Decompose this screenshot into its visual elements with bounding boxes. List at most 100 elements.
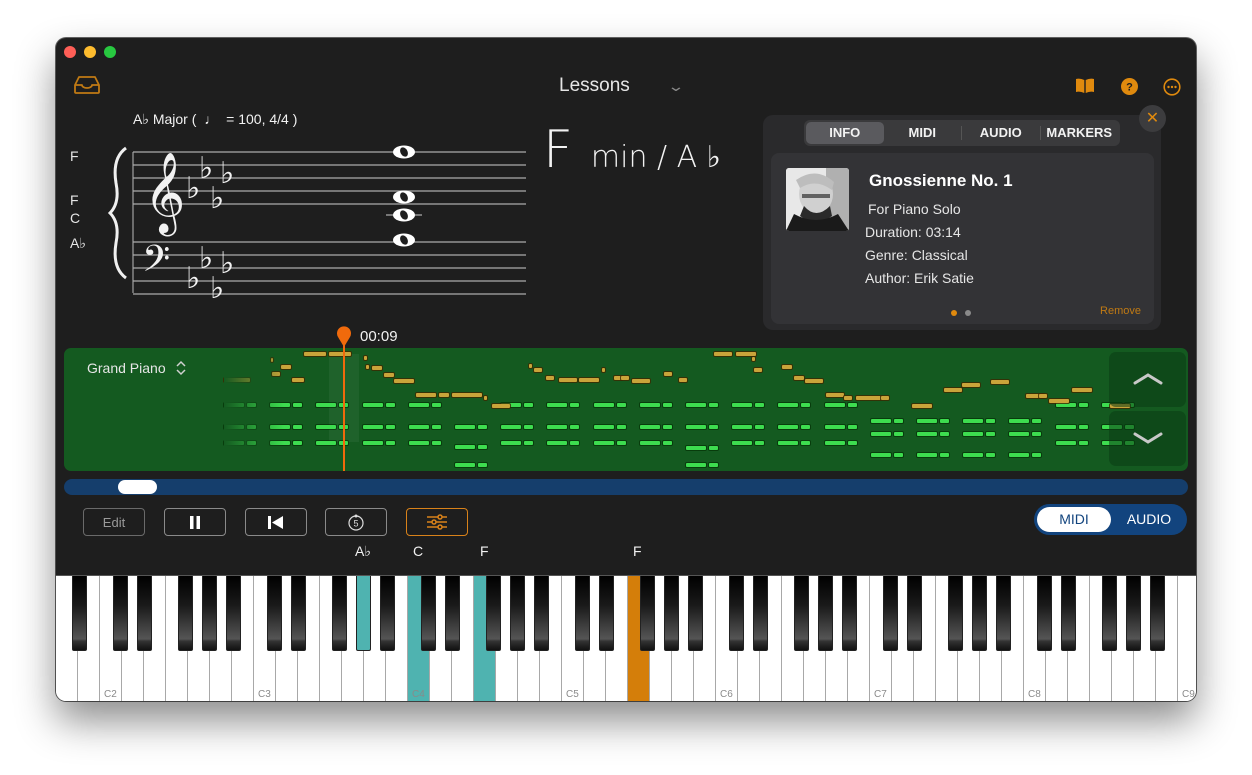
black-key-ab7[interactable] (972, 576, 987, 651)
midi-note-right-hand[interactable] (439, 393, 449, 397)
midi-note-left-hand[interactable] (408, 403, 429, 407)
midi-note-left-hand[interactable] (709, 403, 718, 407)
midi-note-left-hand[interactable] (709, 463, 718, 467)
midi-note-right-hand[interactable] (304, 352, 326, 356)
midi-note-right-hand[interactable] (632, 379, 650, 383)
midi-note-left-hand[interactable] (593, 425, 614, 429)
midi-note-left-hand[interactable] (824, 403, 845, 407)
midi-note-left-hand[interactable] (893, 432, 903, 436)
midi-note-left-hand[interactable] (963, 453, 984, 457)
midi-note-right-hand[interactable] (991, 380, 1009, 384)
black-key-gb2[interactable] (178, 576, 193, 651)
black-key-ab6[interactable] (818, 576, 833, 651)
tab-midi[interactable]: MIDI (884, 122, 962, 144)
mode-audio[interactable]: AUDIO (1114, 507, 1184, 532)
midi-note-left-hand[interactable] (616, 441, 626, 445)
midi-note-left-hand[interactable] (732, 441, 753, 445)
midi-note-left-hand[interactable] (1055, 441, 1076, 445)
midi-note-right-hand[interactable] (736, 352, 756, 356)
zoom-window-button[interactable] (104, 46, 116, 58)
book-icon[interactable] (1075, 78, 1095, 99)
midi-note-left-hand[interactable] (847, 425, 857, 429)
midi-note-left-hand[interactable] (639, 425, 660, 429)
midi-note-left-hand[interactable] (686, 446, 706, 450)
black-key-ab2[interactable] (202, 576, 217, 651)
black-key-bb2[interactable] (226, 576, 241, 651)
midi-note-left-hand[interactable] (917, 432, 937, 436)
midi-note-left-hand[interactable] (293, 403, 303, 407)
midi-note-left-hand[interactable] (801, 403, 811, 407)
midi-note-left-hand[interactable] (455, 445, 475, 449)
scroll-down-button[interactable] (1109, 411, 1186, 466)
midi-note-right-hand[interactable] (559, 378, 577, 382)
midi-note-left-hand[interactable] (662, 441, 672, 445)
midi-note-left-hand[interactable] (893, 419, 903, 423)
black-key-eb4[interactable] (445, 576, 460, 651)
midi-note-right-hand[interactable] (492, 404, 510, 408)
midi-note-left-hand[interactable] (362, 441, 383, 445)
black-key-db5[interactable] (575, 576, 590, 651)
midi-note-left-hand[interactable] (524, 441, 534, 445)
midi-note-left-hand[interactable] (917, 419, 937, 423)
page-dot-active[interactable] (951, 310, 957, 316)
black-key-ab5[interactable] (664, 576, 679, 651)
midi-note-left-hand[interactable] (431, 441, 441, 445)
midi-note-left-hand[interactable] (408, 425, 429, 429)
midi-note-left-hand[interactable] (824, 441, 845, 445)
midi-note-left-hand[interactable] (662, 403, 672, 407)
black-key-ab8[interactable] (1126, 576, 1141, 651)
tab-markers[interactable]: MARKERS (1041, 122, 1119, 144)
midi-note-right-hand[interactable] (602, 368, 605, 372)
black-key-gb7[interactable] (948, 576, 963, 651)
midi-note-left-hand[interactable] (732, 403, 753, 407)
remove-button[interactable]: Remove (1100, 305, 1141, 317)
close-panel-button[interactable]: ✕ (1139, 105, 1166, 132)
midi-note-left-hand[interactable] (1055, 425, 1076, 429)
midi-note-left-hand[interactable] (709, 446, 718, 450)
midi-note-right-hand[interactable] (1049, 399, 1069, 403)
skip-to-start-button[interactable] (245, 508, 307, 536)
midi-note-left-hand[interactable] (870, 432, 891, 436)
midi-note-right-hand[interactable] (752, 357, 755, 361)
black-key-bb4[interactable] (534, 576, 549, 651)
midi-note-left-hand[interactable] (1032, 419, 1042, 423)
midi-note-left-hand[interactable] (408, 441, 429, 445)
help-icon[interactable]: ? (1121, 78, 1138, 100)
minimize-window-button[interactable] (84, 46, 96, 58)
midi-note-left-hand[interactable] (362, 425, 383, 429)
midi-note-left-hand[interactable] (316, 403, 337, 407)
replay-5-button[interactable]: 5 (325, 508, 387, 536)
midi-note-left-hand[interactable] (755, 403, 765, 407)
midi-note-left-hand[interactable] (293, 425, 303, 429)
midi-note-left-hand[interactable] (455, 425, 475, 429)
midi-note-left-hand[interactable] (431, 425, 441, 429)
black-key-bb3[interactable] (380, 576, 395, 651)
midi-note-left-hand[interactable] (316, 425, 337, 429)
black-key-eb8[interactable] (1061, 576, 1076, 651)
midi-note-right-hand[interactable] (1072, 388, 1092, 392)
tab-info[interactable]: INFO (806, 122, 884, 144)
midi-note-left-hand[interactable] (686, 403, 706, 407)
midi-note-left-hand[interactable] (547, 425, 568, 429)
black-key-db7[interactable] (883, 576, 898, 651)
black-key-eb2[interactable] (137, 576, 152, 651)
midi-note-left-hand[interactable] (1078, 425, 1088, 429)
midi-note-left-hand[interactable] (547, 441, 568, 445)
black-key-bb6[interactable] (842, 576, 857, 651)
midi-note-right-hand[interactable] (754, 368, 762, 372)
midi-note-left-hand[interactable] (1032, 453, 1042, 457)
midi-note-left-hand[interactable] (593, 441, 614, 445)
black-key-eb5[interactable] (599, 576, 614, 651)
midi-note-left-hand[interactable] (801, 441, 811, 445)
midi-note-left-hand[interactable] (478, 463, 487, 467)
midi-note-left-hand[interactable] (686, 425, 706, 429)
midi-note-left-hand[interactable] (824, 425, 845, 429)
inbox-icon[interactable] (74, 76, 100, 99)
midi-note-left-hand[interactable] (385, 403, 395, 407)
midi-note-left-hand[interactable] (755, 425, 765, 429)
midi-note-left-hand[interactable] (524, 425, 534, 429)
midi-note-left-hand[interactable] (1078, 441, 1088, 445)
midi-note-right-hand[interactable] (826, 393, 844, 397)
midi-note-right-hand[interactable] (844, 396, 852, 400)
midi-note-left-hand[interactable] (940, 419, 949, 423)
